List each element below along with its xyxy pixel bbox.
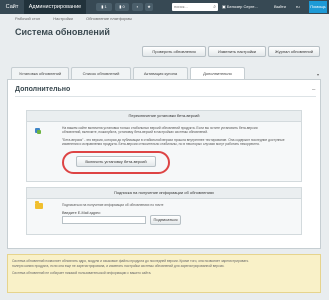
- note-line: Система обновлений не собирает никакой п…: [12, 271, 152, 275]
- tab-site[interactable]: Сайт: [0, 0, 24, 14]
- subscribe-button[interactable]: Подписаться: [150, 215, 181, 225]
- user-menu[interactable]: ▣ Белозер Серге...: [222, 3, 270, 11]
- beta-icon: [35, 128, 41, 134]
- note-line: полную копию продукта, если она еще не з…: [12, 264, 225, 268]
- beta-paragraph-1: На вашем сайте включена установка только…: [62, 126, 258, 135]
- search-icon[interactable]: ⌕: [213, 4, 216, 10]
- tabs-dropdown-icon[interactable]: ▾: [317, 72, 319, 77]
- folder-icon: [35, 201, 43, 209]
- collapse-icon[interactable]: –: [312, 86, 315, 94]
- email-field[interactable]: [62, 216, 146, 224]
- subscribe-text: Подписаться на получение информации об о…: [62, 203, 164, 207]
- email-label: Введите E-Mail адрес:: [62, 211, 102, 215]
- notifications-badge[interactable]: ▮ 1: [96, 3, 112, 11]
- tab-install-updates[interactable]: Установка обновлений: [11, 67, 69, 79]
- logout-link[interactable]: Выйти: [274, 3, 292, 11]
- search-input[interactable]: поиск... ⌕: [172, 3, 218, 11]
- info-note: Система обновлений позволяет обновлять я…: [7, 254, 321, 293]
- breadcrumb-item[interactable]: Настройки: [53, 16, 73, 21]
- tab-coupon-activation[interactable]: Активация купона: [133, 67, 188, 79]
- divider: [15, 96, 316, 97]
- updates-log-button[interactable]: Журнал обновлений: [268, 46, 320, 57]
- subscribe-box-header: Подписка на получение информации об обно…: [27, 188, 301, 199]
- beta-box-header: Переключение установки бета-версий: [27, 111, 301, 122]
- messages-badge[interactable]: ▮ 0: [115, 3, 129, 11]
- language-switch[interactable]: ru: [296, 3, 306, 11]
- breadcrumb-item[interactable]: Рабочий стол: [15, 16, 40, 21]
- breadcrumb-item[interactable]: Обновление платформы: [86, 16, 132, 21]
- beta-paragraph-2: "Бета-версия" - это версия, которая до п…: [62, 138, 285, 147]
- help-button[interactable]: Помощь: [309, 1, 327, 13]
- note-line: Система обновлений позволяет обновлять я…: [12, 259, 249, 263]
- favorite-star-icon[interactable]: ☆: [88, 27, 95, 38]
- dots-icon[interactable]: ▪: [132, 3, 143, 11]
- tab-administration[interactable]: Администрирование: [24, 0, 86, 14]
- tab-updates-list[interactable]: Список обновлений: [71, 67, 131, 79]
- enable-beta-button[interactable]: Включить установку бета-версий: [76, 156, 156, 167]
- star-icon[interactable]: ★: [145, 3, 153, 11]
- admin-topbar: Сайт Администрирование ▮ 1 ▮ 0 ▪ ★ поиск…: [0, 0, 329, 14]
- breadcrumb: Рабочий стол Настройки Обновление платфо…: [15, 16, 144, 22]
- section-title: Дополнительно: [15, 86, 71, 93]
- check-updates-button[interactable]: Проверить обновления: [142, 46, 206, 57]
- change-settings-button[interactable]: Изменить настройки: [208, 46, 266, 57]
- page-title: Система обновлений: [15, 27, 110, 37]
